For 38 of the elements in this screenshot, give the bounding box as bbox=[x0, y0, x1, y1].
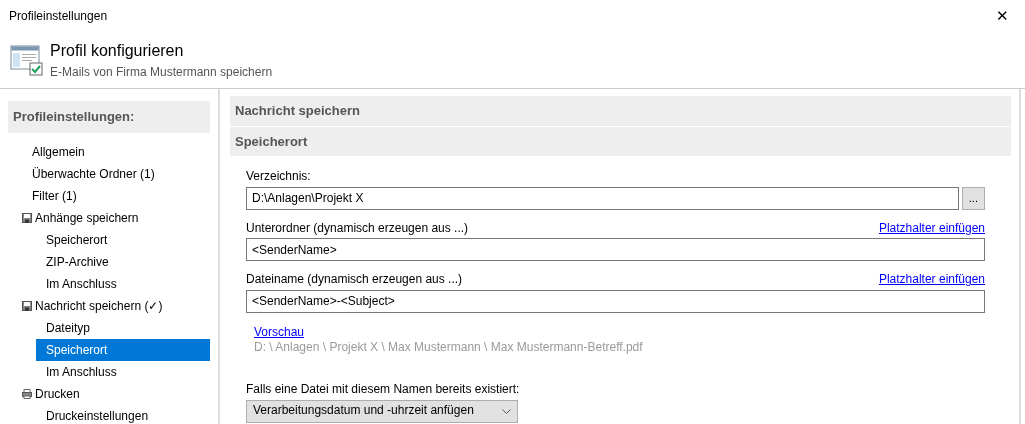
sidebar-item[interactable]: Anhänge speichern bbox=[8, 206, 210, 229]
printer-icon bbox=[22, 388, 32, 399]
text-field[interactable]: <SenderName>-<Subject> bbox=[246, 289, 985, 313]
field-label: Dateiname (dynamisch erzeugen aus ...) bbox=[246, 272, 463, 288]
section-heading: Nachricht speichern bbox=[230, 96, 1011, 126]
sidebar-heading: Profileinstellungen: bbox=[8, 101, 210, 133]
sidebar-item[interactable]: Speicherort bbox=[36, 228, 210, 251]
floppy-icon bbox=[22, 212, 32, 223]
insert-placeholder-link[interactable]: Platzhalter einfügen bbox=[878, 220, 985, 237]
conflict-dropdown[interactable]: Verarbeitungsdatum und -uhrzeit anfügen bbox=[246, 399, 518, 423]
preview-path: D: \ Anlagen \ Projekt X \ Max Mustermann \ Max Mustermann-Betreff.pdf bbox=[254, 340, 644, 356]
sidebar-item[interactable]: Druckeinstellungen bbox=[36, 404, 210, 424]
sidebar-item[interactable]: Überwachte Ordner (1) bbox=[8, 162, 210, 185]
settings-form-icon bbox=[10, 43, 44, 77]
sidebar-item[interactable]: Drucken bbox=[8, 382, 210, 405]
header-title: Profil konfigurieren bbox=[50, 41, 185, 61]
close-button[interactable]: ✕ bbox=[987, 4, 1017, 28]
sidebar-item[interactable]: ZIP-Archive bbox=[36, 250, 210, 273]
insert-placeholder-link[interactable]: Platzhalter einfügen bbox=[878, 272, 985, 288]
sidebar-item[interactable]: Im Anschluss bbox=[36, 360, 210, 383]
sidebar-item[interactable]: Allgemein bbox=[8, 140, 210, 163]
window-title: Profileinstellungen bbox=[9, 8, 108, 25]
sidebar-item[interactable]: Im Anschluss bbox=[36, 272, 210, 295]
sidebar-item[interactable]: Filter (1) bbox=[8, 184, 210, 207]
field-label: Falls eine Datei mit diesem Namen bereits existiert: bbox=[246, 381, 521, 398]
text-field[interactable]: <SenderName> bbox=[246, 238, 985, 262]
chevron-down-icon bbox=[502, 408, 511, 414]
preview-link[interactable]: Vorschau bbox=[254, 324, 305, 341]
sidebar-item[interactable]: Speicherort bbox=[36, 338, 210, 361]
text-field[interactable]: D:\Anlagen\Projekt X bbox=[246, 186, 959, 210]
field-label: Unterordner (dynamisch erzeugen aus ...) bbox=[246, 220, 469, 237]
browse-button[interactable]: ... bbox=[961, 186, 985, 210]
subsection-heading: Speicherort bbox=[230, 126, 1011, 156]
sidebar-item[interactable]: Nachricht speichern (✓) bbox=[8, 294, 210, 317]
field-label: Verzeichnis: bbox=[246, 169, 311, 185]
sidebar-item[interactable]: Dateityp bbox=[36, 316, 210, 339]
header-subtitle: E-Mails von Firma Mustermann speichern bbox=[50, 64, 273, 81]
floppy-icon bbox=[22, 300, 32, 311]
